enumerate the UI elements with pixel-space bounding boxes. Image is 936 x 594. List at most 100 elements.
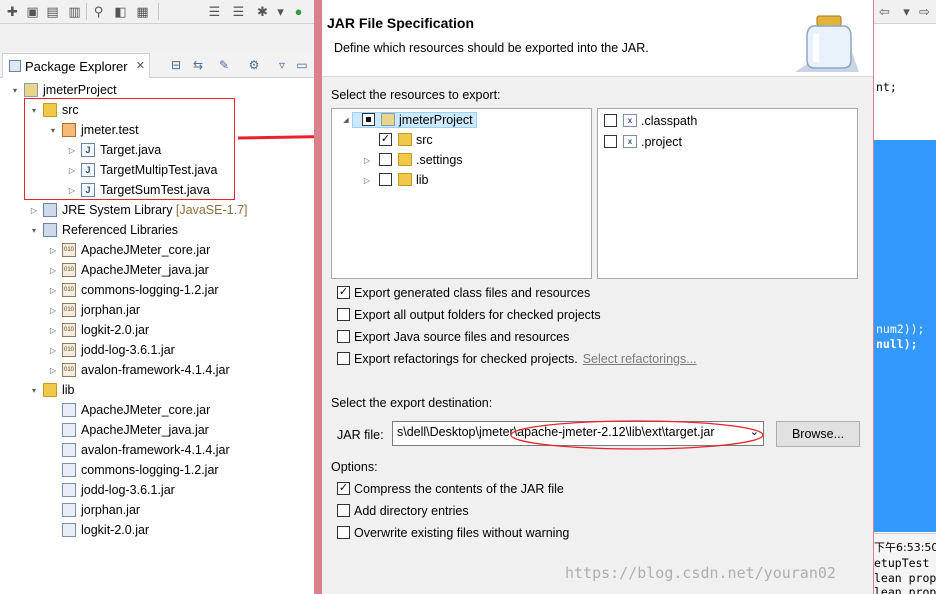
tree-item[interactable]: ▾ Referenced Libraries [29,220,178,240]
resource-tree[interactable]: ◢ jmeterProject ✓ src ▷ .settings ▷ lib [331,108,592,279]
chevron-right-icon[interactable]: ▷ [48,281,58,301]
resource-tree-item[interactable]: ✓ src [361,130,433,150]
tree-item[interactable]: ▷ 010 jorphan.jar [48,300,140,320]
save-icon[interactable]: ▣ [24,3,41,20]
tree-item[interactable]: ▷ 010 jodd-log-3.6.1.jar [48,340,175,360]
browse-button[interactable]: Browse... [776,421,860,447]
chevron-right-icon[interactable]: ▷ [48,301,58,321]
tree-item[interactable]: ▷ JRE System Library [JavaSE-1.7] [29,200,248,220]
chevron-down-icon[interactable]: ◢ [340,111,352,131]
run-icon[interactable]: ● [290,3,307,20]
link-editor-icon[interactable]: ⇆ [190,57,206,73]
options-label: Options: [331,460,378,474]
tree-item[interactable]: jodd-log-3.6.1.jar [48,480,175,500]
option-label: Export generated class files and resourc… [354,286,591,300]
resource-item-label: .settings [416,153,463,167]
tree-item[interactable]: ▷ 010 commons-logging-1.2.jar [48,280,219,300]
close-icon[interactable]: ✕ [136,59,145,72]
chevron-down-icon[interactable]: ▾ [898,3,915,20]
option-checkbox-row[interactable]: Overwrite existing files without warning [337,524,569,542]
collapse-all-icon[interactable]: ⊟ [168,57,184,73]
file-list-item[interactable]: x .project [604,132,682,152]
select-refactorings-link[interactable]: Select refactorings... [583,352,697,366]
option-checkbox[interactable]: ✓ [337,482,350,496]
option-checkbox[interactable] [337,352,350,366]
resource-tree-item[interactable]: ▷ .settings [361,150,463,170]
file-checkbox[interactable] [604,114,617,128]
resource-checkbox[interactable]: ✓ [379,133,392,147]
chevron-right-icon[interactable]: ▷ [361,171,373,191]
resource-checkbox[interactable] [362,113,375,127]
option-checkbox[interactable] [337,308,350,322]
chevron-right-icon[interactable]: ▷ [48,241,58,261]
option-checkbox[interactable] [337,330,350,344]
chevron-right-icon[interactable]: ▷ [48,341,58,361]
chevron-down-icon[interactable]: ▾ [272,3,289,20]
resource-file-list[interactable]: x .classpath x .project [597,108,858,279]
resources-label: Select the resources to export: [331,88,501,102]
option-checkbox-row[interactable]: Export all output folders for checked pr… [337,306,601,324]
tab-package-explorer[interactable]: Package Explorer ✕ [2,53,150,78]
tree-item-label: jorphan.jar [81,303,141,317]
option-checkbox[interactable]: ✓ [337,286,350,300]
file-checkbox[interactable] [604,135,617,149]
new-icon[interactable]: ✚ [4,3,21,20]
chevron-down-icon[interactable]: ▾ [10,81,20,101]
tree-item[interactable]: ▾ jmeterProject [10,80,117,100]
tree-item[interactable]: logkit-2.0.jar [48,520,149,540]
chevron-right-icon[interactable]: ▷ [48,261,58,281]
open-type-icon[interactable]: ◧ [112,3,129,20]
open-resource-icon[interactable]: ▦ [134,3,151,20]
option-checkbox-row[interactable]: Export Java source files and resources [337,328,569,346]
view-menu-icon[interactable]: ▿ [274,57,290,73]
back-icon[interactable]: ⇦ [876,3,893,20]
option-checkbox[interactable] [337,504,350,518]
resource-item-body[interactable]: lib [373,173,429,187]
tree-item[interactable]: ▷ 010 ApacheJMeter_java.jar [48,260,209,280]
save-all-icon[interactable]: ▤ [44,3,61,20]
resource-tree-item[interactable]: ▷ lib [361,170,429,190]
jar-export-dialog: JAR File Specification Define which reso… [314,0,874,594]
forward-icon[interactable]: ⇨ [916,3,933,20]
tree-item[interactable]: ▷ 010 ApacheJMeter_core.jar [48,240,210,260]
tree-item[interactable]: ▷ 010 avalon-framework-4.1.4.jar [48,360,230,380]
option-checkbox-row[interactable]: Add directory entries [337,502,469,520]
tree-item[interactable]: avalon-framework-4.1.4.jar [48,440,230,460]
option-checkbox-row[interactable]: ✓ Compress the contents of the JAR file [337,480,564,498]
chevron-down-icon[interactable]: ▾ [29,221,39,241]
resource-tree-item[interactable]: ◢ jmeterProject [340,110,477,130]
chevron-right-icon[interactable]: ▷ [361,151,373,171]
print-icon[interactable]: ▥ [66,3,83,20]
option-checkbox-row[interactable]: ✓ Export generated class files and resour… [337,284,590,302]
html-tidy-icon[interactable]: ☰ [206,3,223,20]
option-label: Add directory entries [354,504,469,518]
minimize-icon[interactable]: ▭ [294,57,310,73]
chevron-right-icon[interactable]: ▷ [48,361,58,381]
tree-item[interactable]: ▾ lib [29,380,75,400]
option-checkbox[interactable] [337,526,350,540]
folder-icon [398,173,412,187]
search-icon[interactable]: ⚲ [90,3,107,20]
tree-item-label: avalon-framework-4.1.4.jar [81,363,230,377]
chevron-right-icon[interactable]: ▷ [29,201,39,221]
resource-checkbox[interactable] [379,153,392,167]
tree-item[interactable]: ▷ 010 logkit-2.0.jar [48,320,149,340]
filter-icon[interactable]: ⚙ [246,57,262,73]
focus-icon[interactable]: ✎ [216,57,232,73]
file-list-item[interactable]: x .classpath [604,111,697,131]
tree-item[interactable]: commons-logging-1.2.jar [48,460,219,480]
tree-item[interactable]: ApacheJMeter_java.jar [48,420,209,440]
jar-file-icon [62,442,76,457]
resource-item-body[interactable]: .settings [373,153,463,167]
jar-icon: 010 [62,362,76,377]
tree-item[interactable]: ApacheJMeter_core.jar [48,400,210,420]
resource-item-body[interactable]: ✓ src [373,133,433,147]
chevron-down-icon[interactable]: ▾ [29,381,39,401]
tree-item[interactable]: jorphan.jar [48,500,140,520]
option-checkbox-row[interactable]: Export refactorings for checked projects… [337,350,697,368]
debug-icon[interactable]: ✱ [254,3,271,20]
chevron-right-icon[interactable]: ▷ [48,321,58,341]
resource-item-body[interactable]: jmeterProject [352,112,477,128]
resource-checkbox[interactable] [379,173,392,187]
html-tidy-2-icon[interactable]: ☰ [230,3,247,20]
